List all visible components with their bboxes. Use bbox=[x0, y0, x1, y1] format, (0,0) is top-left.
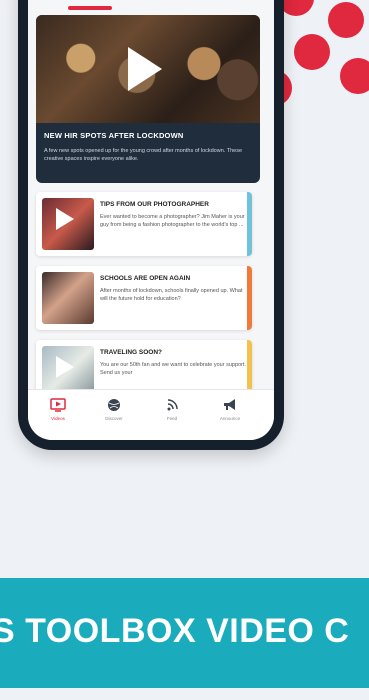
tab-label: Discover bbox=[105, 416, 123, 421]
play-icon[interactable] bbox=[56, 208, 74, 230]
video-thumbnail bbox=[42, 272, 94, 324]
promo-banner: S TOOLBOX VIDEO C bbox=[0, 578, 369, 688]
phone-mockup: NEW HIR SPOTS AFTER LOCKDOWN A few new s… bbox=[18, 0, 284, 450]
featured-video-card[interactable]: NEW HIR SPOTS AFTER LOCKDOWN A few new s… bbox=[36, 15, 260, 183]
tab-label: Announce bbox=[219, 416, 241, 421]
video-list-item[interactable]: TIPS FROM OUR PHOTOGRAPHER Ever wanted t… bbox=[36, 192, 252, 256]
banner-headline: S TOOLBOX VIDEO C bbox=[0, 612, 350, 650]
featured-video-description: A few new spots opened up for the young … bbox=[44, 148, 243, 162]
video-description: After months of lockdown, schools finall… bbox=[100, 288, 243, 302]
video-description: Ever wanted to become a photographer? Ji… bbox=[100, 214, 245, 228]
card-accent-bar bbox=[247, 192, 252, 256]
video-icon bbox=[50, 398, 66, 412]
decorative-dots bbox=[270, 0, 369, 110]
tab-label: Feed bbox=[166, 416, 178, 421]
tab-videos[interactable]: Videos bbox=[28, 398, 88, 421]
card-accent-bar bbox=[247, 266, 252, 330]
tab-feed[interactable]: Feed bbox=[142, 398, 202, 421]
bottom-strip bbox=[0, 688, 369, 700]
phone-screen: NEW HIR SPOTS AFTER LOCKDOWN A few new s… bbox=[28, 0, 274, 440]
video-title: TRAVELING SOON? bbox=[100, 349, 162, 356]
tab-label: Videos bbox=[51, 416, 65, 421]
tab-announce[interactable]: Announce bbox=[200, 398, 260, 421]
globe-icon bbox=[106, 398, 122, 412]
video-title: TIPS FROM OUR PHOTOGRAPHER bbox=[100, 201, 209, 208]
tab-discover[interactable]: Discover bbox=[84, 398, 144, 421]
bottom-tab-bar: Videos Discover Feed Announce bbox=[28, 389, 274, 440]
video-description: You are our 50th fan and we want to cele… bbox=[100, 362, 246, 376]
featured-video-title: NEW HIR SPOTS AFTER LOCKDOWN bbox=[44, 131, 184, 140]
rss-icon bbox=[164, 398, 180, 412]
active-header-indicator bbox=[68, 6, 112, 10]
video-title: SCHOOLS ARE OPEN AGAIN bbox=[100, 275, 191, 282]
megaphone-icon bbox=[222, 398, 238, 412]
play-icon[interactable] bbox=[56, 356, 74, 378]
video-list-item[interactable]: SCHOOLS ARE OPEN AGAIN After months of l… bbox=[36, 266, 252, 330]
play-icon[interactable] bbox=[128, 47, 162, 91]
